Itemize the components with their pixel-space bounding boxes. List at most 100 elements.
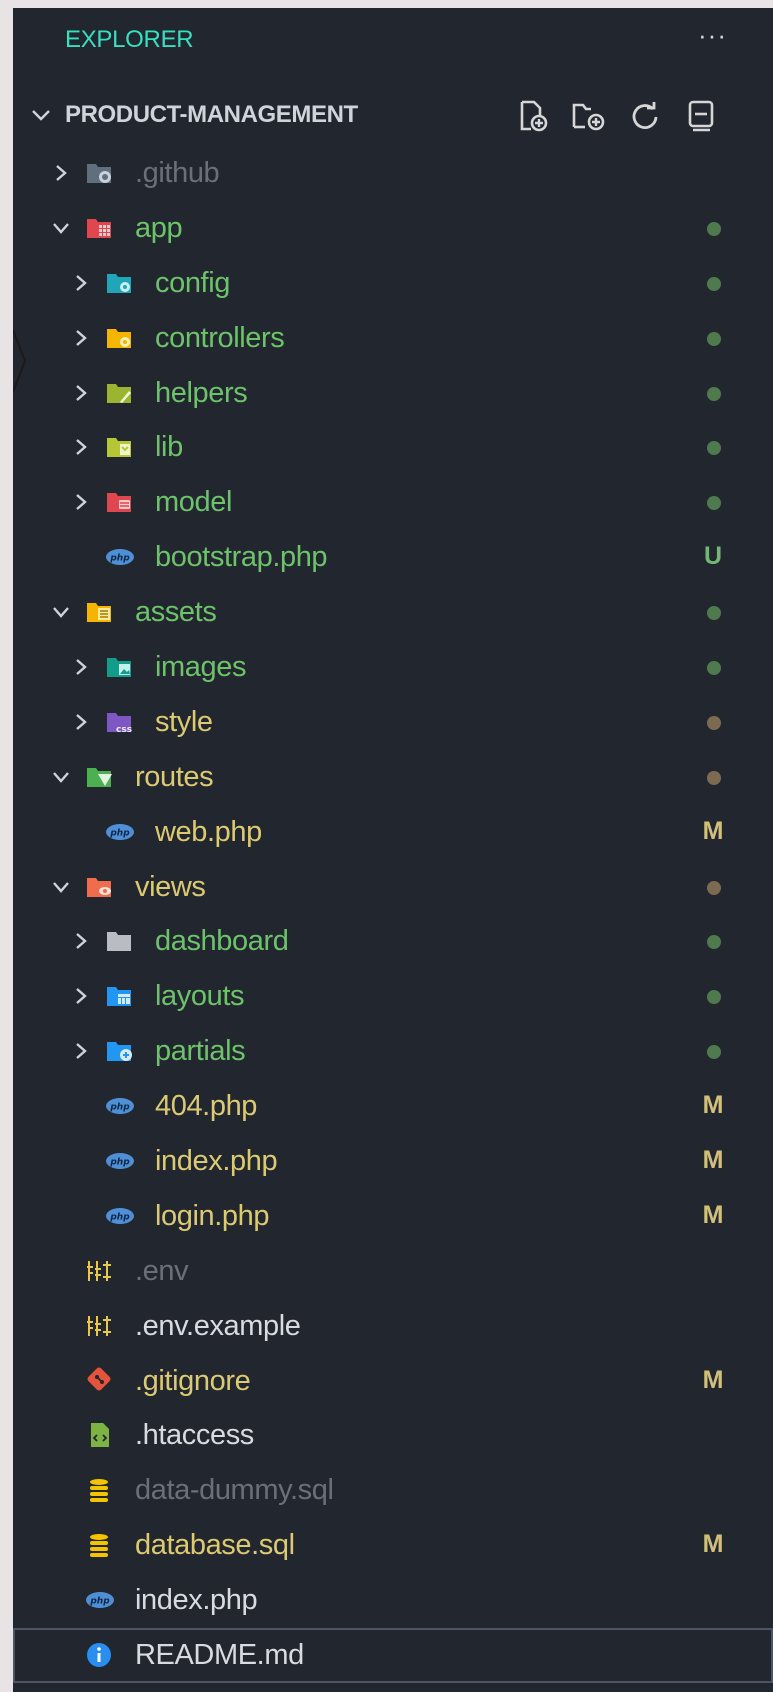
folder-css-icon: css xyxy=(107,712,132,735)
svg-text:php: php xyxy=(109,1158,130,1168)
chevron-right-icon[interactable] xyxy=(71,986,91,1006)
git-status-badge: M xyxy=(702,1530,724,1559)
tree-item-github[interactable]: .github xyxy=(13,146,773,201)
tree-item-index-php[interactable]: php index.php M xyxy=(13,1134,773,1189)
folder-images-icon xyxy=(107,658,131,678)
env-file-icon xyxy=(87,1315,111,1336)
folder-assets-icon xyxy=(87,603,111,623)
chevron-right-icon[interactable] xyxy=(71,1041,91,1061)
more-actions-icon[interactable]: ··· xyxy=(698,20,727,51)
tree-item-web-php[interactable]: php web.php M xyxy=(13,805,773,860)
tree-item-dashboard[interactable]: dashboard xyxy=(13,914,773,969)
tree-item-database-sql[interactable]: database.sql M xyxy=(13,1518,773,1573)
folder-layouts-icon xyxy=(107,987,131,1007)
tree-item-model[interactable]: model xyxy=(13,475,773,530)
tree-item-layouts[interactable]: layouts xyxy=(13,969,773,1024)
tree-item-label: images xyxy=(155,651,247,684)
tree-item-gitignore[interactable]: .gitignore M xyxy=(13,1354,773,1409)
chevron-down-icon[interactable] xyxy=(51,602,71,622)
chevron-right-icon[interactable] xyxy=(71,437,91,457)
tree-item-views[interactable]: views xyxy=(13,860,773,915)
collapse-all-button[interactable] xyxy=(681,96,721,136)
tree-item-label: database.sql xyxy=(135,1529,295,1562)
tree-item-style[interactable]: css style xyxy=(13,695,773,750)
explorer-title: EXPLORER xyxy=(65,26,194,53)
folder-routes-icon xyxy=(87,767,112,787)
svg-text:php: php xyxy=(109,1212,130,1222)
folder-app-icon xyxy=(87,218,111,238)
folder-config-icon xyxy=(107,273,131,293)
tree-item-images[interactable]: images xyxy=(13,640,773,695)
explorer-toolbar xyxy=(513,96,737,136)
tree-item-label: app xyxy=(135,211,183,244)
tree-item-label: .github xyxy=(135,157,220,189)
chevron-right-icon[interactable] xyxy=(71,492,91,512)
chevron-right-icon[interactable] xyxy=(51,163,71,183)
tree-item-data-dummy-sql[interactable]: data-dummy.sql xyxy=(13,1463,773,1518)
tree-item-label: controllers xyxy=(155,321,285,354)
modified-indicator-dot xyxy=(707,331,721,346)
tree-item-htaccess[interactable]: .htaccess xyxy=(13,1408,773,1463)
modified-indicator-dot xyxy=(707,386,721,401)
chevron-down-icon[interactable] xyxy=(51,767,71,787)
tree-item-label: .env xyxy=(135,1254,189,1287)
php-file-icon: php xyxy=(106,1098,134,1115)
folder-views-icon xyxy=(87,877,111,897)
chevron-down-icon xyxy=(32,110,50,121)
env-file-icon xyxy=(87,1260,111,1281)
git-status-badge: M xyxy=(702,1365,724,1394)
chevron-right-icon[interactable] xyxy=(71,657,91,677)
chevron-right-icon[interactable] xyxy=(71,931,91,951)
tree-item-partials[interactable]: partials xyxy=(13,1024,773,1079)
htaccess-file-icon xyxy=(91,1423,109,1448)
tree-item-index-php[interactable]: php index.php xyxy=(13,1573,773,1628)
tree-item-label: assets xyxy=(135,596,217,629)
php-file-icon: php xyxy=(106,549,134,566)
chevron-down-icon[interactable] xyxy=(51,218,71,238)
new-file-button[interactable] xyxy=(513,96,553,136)
tree-item-helpers[interactable]: helpers xyxy=(13,366,773,421)
chevron-right-icon[interactable] xyxy=(71,383,91,403)
tree-item-env[interactable]: .env xyxy=(13,1244,773,1299)
tree-item-controllers[interactable]: controllers xyxy=(13,311,773,366)
chevron-right-icon[interactable] xyxy=(71,273,91,293)
tree-item-404-php[interactable]: php 404.php M xyxy=(13,1079,773,1134)
tree-item-label: .gitignore xyxy=(135,1364,251,1397)
tree-item-routes[interactable]: routes xyxy=(13,750,773,805)
folder-controllers-icon xyxy=(107,328,131,348)
project-section-header[interactable]: PRODUCT-MANAGEMENT xyxy=(13,88,773,138)
new-folder-button[interactable] xyxy=(569,96,609,136)
tree-item-app[interactable]: app xyxy=(13,201,773,256)
tree-item-env-example[interactable]: .env.example xyxy=(13,1299,773,1354)
svg-text:php: php xyxy=(109,1103,130,1113)
tree-item-login-php[interactable]: php login.php M xyxy=(13,1189,773,1244)
tree-item-label: helpers xyxy=(155,376,248,409)
tree-item-label: .htaccess xyxy=(135,1419,254,1452)
modified-indicator-dot xyxy=(707,715,721,730)
explorer-panel: EXPLORER ··· PRODUCT-MANAGEMENT .github … xyxy=(13,8,773,1692)
refresh-button[interactable] xyxy=(625,96,665,136)
tree-item-label: partials xyxy=(155,1035,246,1068)
git-status-badge: M xyxy=(702,1200,724,1229)
tree-item-label: index.php xyxy=(155,1145,278,1178)
php-file-icon: php xyxy=(106,1153,134,1170)
tree-item-readme-md[interactable]: README.md xyxy=(13,1628,773,1683)
chevron-right-icon[interactable] xyxy=(71,712,91,732)
project-name: PRODUCT-MANAGEMENT xyxy=(65,101,358,128)
tree-item-assets[interactable]: assets xyxy=(13,585,773,640)
tree-item-config[interactable]: config xyxy=(13,256,773,311)
tree-item-bootstrap-php[interactable]: php bootstrap.php U xyxy=(13,530,773,585)
folder-model-icon xyxy=(107,493,131,513)
tree-item-lib[interactable]: lib xyxy=(13,420,773,475)
folder-github-icon xyxy=(87,164,111,183)
folder-lib-icon xyxy=(107,438,131,458)
modified-indicator-dot xyxy=(707,606,721,621)
modified-indicator-dot xyxy=(707,221,721,236)
modified-indicator-dot xyxy=(707,990,721,1005)
chevron-down-icon[interactable] xyxy=(51,877,71,897)
php-file-icon: php xyxy=(106,1207,134,1224)
folder-icon xyxy=(107,932,131,952)
new-file-icon xyxy=(520,100,548,132)
chevron-right-icon[interactable] xyxy=(71,328,91,348)
collapse-all-icon xyxy=(688,100,714,132)
